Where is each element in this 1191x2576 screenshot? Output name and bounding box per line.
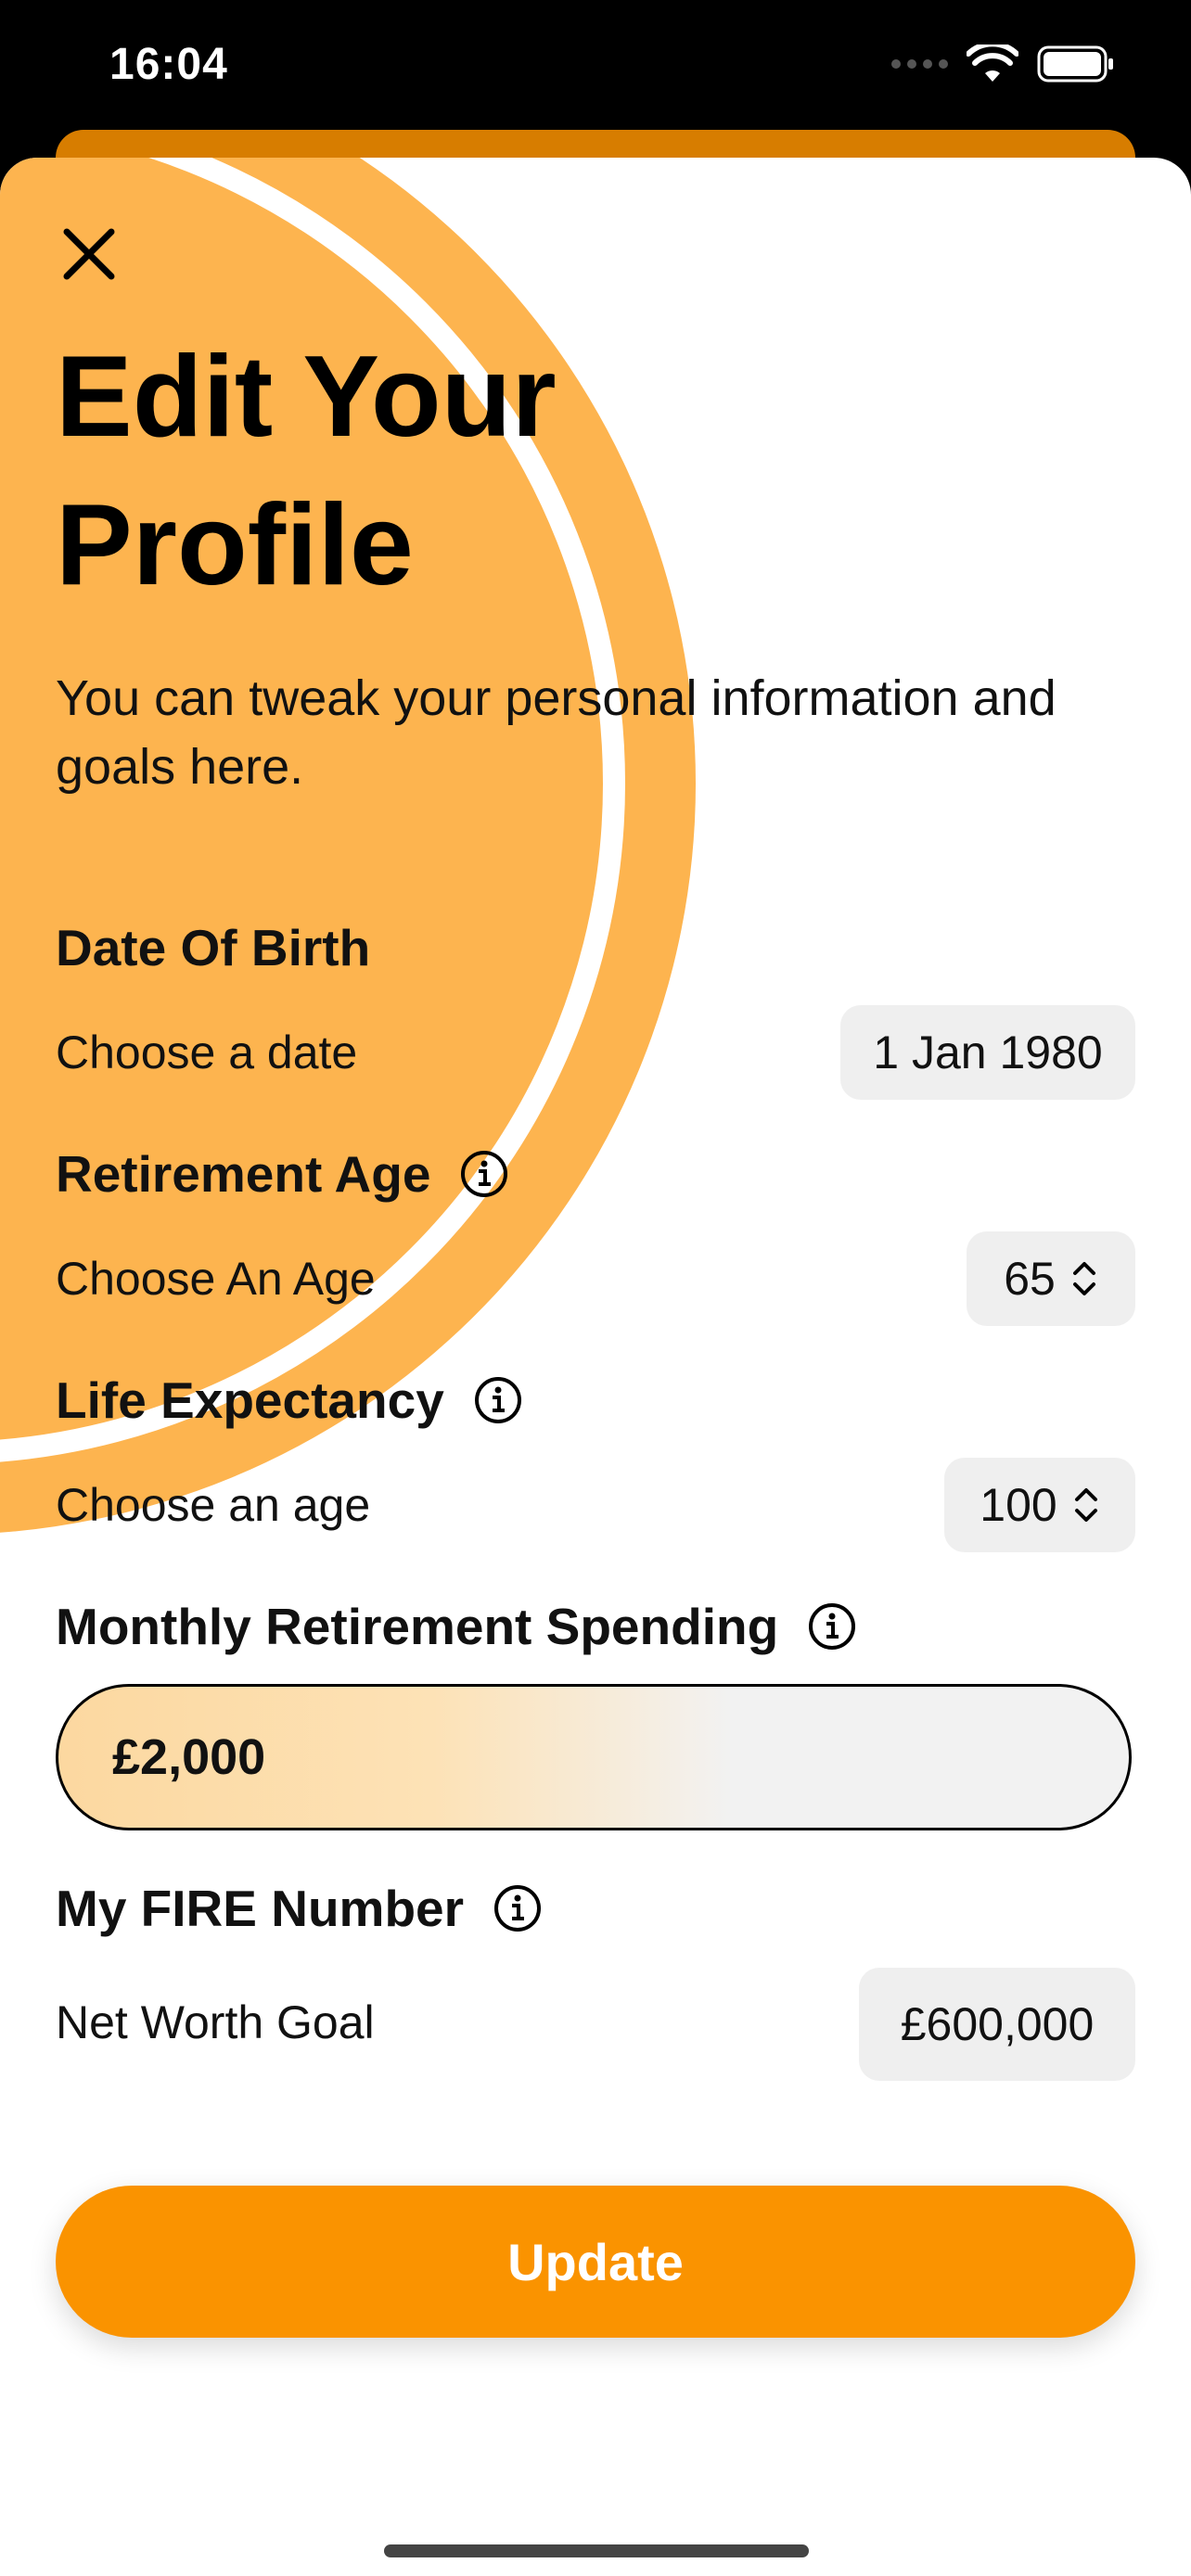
fire-number-label-text: My FIRE Number bbox=[56, 1880, 465, 1937]
status-icons bbox=[891, 45, 1115, 83]
monthly-spending-input[interactable]: £2,000 bbox=[56, 1684, 1132, 1830]
home-indicator bbox=[384, 2544, 809, 2557]
dob-value: 1 Jan 1980 bbox=[873, 1027, 1103, 1078]
update-button[interactable]: Update bbox=[56, 2186, 1135, 2338]
signal-icon bbox=[891, 59, 948, 69]
battery-icon bbox=[1037, 45, 1113, 83]
fire-number-label: My FIRE Number bbox=[56, 1879, 544, 1938]
retirement-age-value: 65 bbox=[1004, 1253, 1056, 1305]
info-icon[interactable] bbox=[806, 1600, 858, 1652]
close-button[interactable] bbox=[56, 221, 122, 287]
life-expectancy-sublabel: Choose an age bbox=[56, 1479, 371, 1531]
fire-number-value-box: £600,000 bbox=[859, 1968, 1135, 2081]
life-expectancy-label-text: Life Expectancy bbox=[56, 1371, 444, 1429]
fire-number-sublabel: Net Worth Goal bbox=[56, 1996, 375, 2048]
status-bar: 16:04 bbox=[0, 0, 1191, 139]
life-expectancy-label: Life Expectancy bbox=[56, 1371, 524, 1430]
wifi-icon bbox=[967, 45, 1018, 82]
dob-label: Date Of Birth bbox=[56, 918, 370, 977]
info-icon[interactable] bbox=[458, 1148, 510, 1200]
chevron-updown-icon bbox=[1072, 1262, 1095, 1295]
monthly-spending-value: £2,000 bbox=[112, 1729, 266, 1785]
edit-profile-sheet: Edit Your Profile You can tweak your per… bbox=[0, 158, 1191, 2576]
dob-label-text: Date Of Birth bbox=[56, 919, 371, 976]
retirement-age-label: Retirement Age bbox=[56, 1144, 510, 1204]
life-expectancy-picker[interactable]: 100 bbox=[944, 1458, 1135, 1552]
close-icon bbox=[63, 228, 115, 280]
info-icon[interactable] bbox=[472, 1374, 524, 1426]
retirement-age-sublabel: Choose An Age bbox=[56, 1253, 376, 1305]
retirement-age-picker[interactable]: 65 bbox=[967, 1231, 1135, 1326]
notch bbox=[371, 0, 820, 93]
dob-sublabel: Choose a date bbox=[56, 1027, 358, 1078]
monthly-spending-label: Monthly Retirement Spending bbox=[56, 1597, 858, 1656]
retirement-age-label-text: Retirement Age bbox=[56, 1145, 431, 1203]
status-time: 16:04 bbox=[109, 40, 228, 89]
fire-number-value: £600,000 bbox=[900, 1998, 1095, 2050]
dob-picker[interactable]: 1 Jan 1980 bbox=[840, 1005, 1135, 1100]
monthly-spending-label-text: Monthly Retirement Spending bbox=[56, 1598, 779, 1655]
life-expectancy-value: 100 bbox=[980, 1479, 1057, 1531]
page-subtitle: You can tweak your personal information … bbox=[56, 670, 1057, 795]
page-title: Edit Your Profile bbox=[56, 333, 557, 609]
chevron-updown-icon bbox=[1074, 1488, 1097, 1522]
screen: 16:04 Edit Your Profile You can tweak yo… bbox=[0, 0, 1191, 2576]
info-icon[interactable] bbox=[492, 1882, 544, 1934]
